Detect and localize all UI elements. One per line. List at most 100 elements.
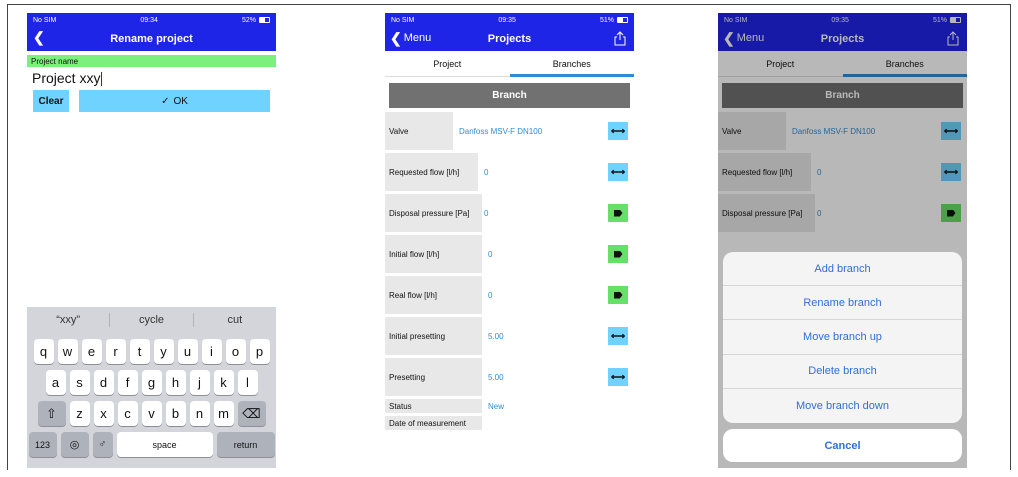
key-row-1: q w e r t y u i o p [27, 339, 276, 364]
row-value: 0 [488, 249, 493, 259]
suggestion-item[interactable]: “xxy” [27, 314, 109, 326]
initial-flow-row[interactable]: Initial flow [l/h] 0 [385, 235, 634, 273]
branch-header: Branch [389, 83, 630, 108]
key[interactable]: q [33, 339, 54, 364]
requested-flow-row[interactable]: Requested flow [l/h] 0 ⟷ [385, 153, 634, 191]
key[interactable]: b [165, 401, 186, 426]
key[interactable]: i [201, 339, 222, 364]
presetting-row[interactable]: Presetting 5.00 ⟷ [385, 358, 634, 396]
initial-presetting-row[interactable]: Initial presetting 5.00 ⟷ [385, 317, 634, 355]
status-bar: No SIM 09:35 51% [385, 13, 634, 27]
key[interactable]: f [117, 370, 138, 395]
project-name-input[interactable]: Project xxy [27, 67, 276, 89]
real-flow-row[interactable]: Real flow [l/h] 0 [385, 276, 634, 314]
move-branch-up-button[interactable]: Move branch up [723, 320, 962, 355]
swap-icon[interactable]: ⟷ [608, 163, 628, 181]
swap-icon[interactable]: ⟷ [608, 122, 628, 140]
text-caret [101, 72, 103, 87]
tab-project[interactable]: Project [385, 51, 510, 76]
rename-branch-button[interactable]: Rename branch [723, 286, 962, 321]
checkmark-icon: ✓ [161, 95, 170, 107]
key[interactable]: s [69, 370, 90, 395]
key[interactable]: z [69, 401, 90, 426]
key[interactable]: j [189, 370, 210, 395]
tag-icon[interactable] [608, 286, 628, 304]
key[interactable]: y [153, 339, 174, 364]
key[interactable]: t [129, 339, 150, 364]
tab-bar: Project Branches [385, 51, 634, 77]
page-title: Rename project [110, 33, 193, 45]
key[interactable]: a [45, 370, 66, 395]
button-row: Clear ✓ OK [27, 90, 276, 112]
key[interactable]: x [93, 401, 114, 426]
row-label: Real flow [l/h] [385, 276, 482, 314]
delete-branch-button[interactable]: Delete branch [723, 355, 962, 389]
rename-project-screen: No SIM 09:34 52% ❮ Rename project Projec… [27, 13, 276, 468]
key[interactable]: w [57, 339, 78, 364]
swap-icon[interactable]: ⟷ [608, 327, 628, 345]
page-title: Projects [487, 33, 532, 45]
key[interactable]: e [81, 339, 102, 364]
add-branch-button[interactable]: Add branch [723, 252, 962, 287]
row-value: Danfoss MSV-F DN100 [459, 126, 543, 136]
share-icon[interactable] [614, 31, 626, 46]
menu-back-button[interactable]: ❮ Menu [390, 31, 431, 45]
key[interactable]: k [213, 370, 234, 395]
cancel-button[interactable]: Cancel [723, 429, 962, 462]
key[interactable]: m [213, 401, 234, 426]
key[interactable]: v [141, 401, 162, 426]
key[interactable]: u [177, 339, 198, 364]
key[interactable]: h [165, 370, 186, 395]
suggestion-item[interactable]: cut [194, 314, 276, 326]
clock: 09:34 [140, 16, 158, 24]
battery-indicator: 52% [242, 17, 270, 24]
row-value: 5.00 [488, 372, 504, 382]
row-value: 5.00 [488, 331, 504, 341]
status-row: Status New [385, 399, 634, 413]
carrier-text: No SIM [33, 16, 57, 24]
back-chevron-icon[interactable]: ❮ [33, 29, 45, 46]
key[interactable]: c [117, 401, 138, 426]
microphone-key-icon[interactable]: ♂ [92, 432, 113, 457]
numbers-key[interactable]: 123 [28, 432, 57, 457]
tab-branches[interactable]: Branches [510, 51, 635, 76]
date-of-measurement-row: Date of measurement [385, 416, 634, 430]
row-value: 0 [488, 290, 493, 300]
suggestion-item[interactable]: cycle [110, 314, 192, 326]
key[interactable]: d [93, 370, 114, 395]
return-key[interactable]: return [216, 432, 275, 457]
clear-button[interactable]: Clear [33, 90, 69, 112]
row-label: Presetting [385, 358, 482, 396]
key[interactable]: r [105, 339, 126, 364]
clock: 09:35 [498, 16, 516, 24]
key-row-3: ⇧ z x c v b n m ⌫ [27, 401, 276, 426]
key[interactable]: p [249, 339, 270, 364]
status-bar: No SIM 09:34 52% [27, 13, 276, 27]
keyboard: “xxy” cycle cut q w e r t y u i o p a s … [27, 307, 276, 468]
disposal-pressure-row[interactable]: Disposal pressure [Pa] 0 [385, 194, 634, 232]
space-key[interactable]: space [116, 432, 213, 457]
shift-key-icon[interactable]: ⇧ [37, 401, 66, 426]
suggestion-bar: “xxy” cycle cut [27, 307, 276, 333]
move-branch-down-button[interactable]: Move branch down [723, 389, 962, 423]
key[interactable]: n [189, 401, 210, 426]
row-label: Disposal pressure [Pa] [385, 194, 482, 232]
row-label: Initial flow [l/h] [385, 235, 482, 273]
key-row-2: a s d f g h j k l [27, 370, 276, 395]
branch-actions-screen: No SIM 09:35 51% ❮ Menu Projects Project … [718, 13, 967, 468]
globe-key-icon[interactable]: ◎ [60, 432, 89, 457]
row-label: Date of measurement [385, 416, 482, 430]
key[interactable]: g [141, 370, 162, 395]
branches-screen: No SIM 09:35 51% ❮ Menu Projects Project … [385, 13, 634, 468]
backspace-key-icon[interactable]: ⌫ [237, 401, 266, 426]
nav-bar: ❮ Rename project [27, 27, 276, 51]
row-label: Valve [385, 112, 453, 150]
key[interactable]: o [225, 339, 246, 364]
key[interactable]: l [237, 370, 258, 395]
swap-icon[interactable]: ⟷ [608, 368, 628, 386]
tab-indicator [509, 74, 634, 77]
tag-icon[interactable] [608, 245, 628, 263]
ok-button[interactable]: ✓ OK [79, 90, 270, 112]
valve-row[interactable]: Valve Danfoss MSV-F DN100 ⟷ [385, 112, 634, 150]
tag-icon[interactable] [608, 204, 628, 222]
